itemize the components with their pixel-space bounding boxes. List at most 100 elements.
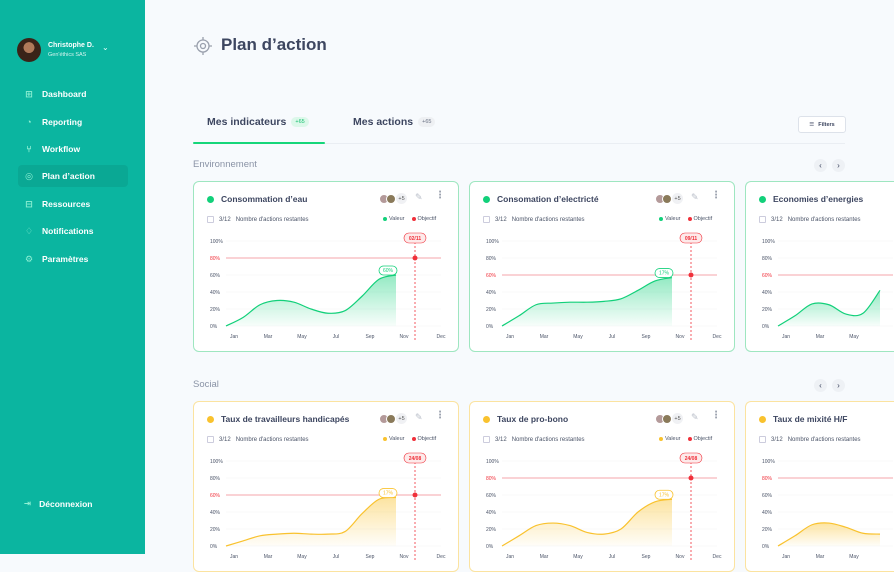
- remaining-count: 3/12: [495, 436, 507, 443]
- chart-legend: Valeur Objectif: [659, 216, 712, 222]
- objective-point[interactable]: [688, 272, 694, 278]
- x-tick-label: Sep: [366, 334, 375, 340]
- indicator-card[interactable]: 0% 20% 40% 60% 80% 100% Jan Mar May Jul Sep Nov Dec 2…: [193, 401, 459, 572]
- sidebar-item-dashboard[interactable]: ⊞ Dashboard: [18, 83, 128, 105]
- status-dot: [207, 416, 214, 423]
- sidebar-item-workflow[interactable]: ⑂ Workflow: [18, 138, 128, 160]
- x-tick-label: Jan: [230, 334, 238, 340]
- y-tick-label: 80%: [210, 476, 221, 482]
- y-tick-label: 80%: [486, 476, 497, 482]
- legend-dot: [383, 216, 387, 221]
- objective-point[interactable]: [688, 475, 694, 481]
- indicator-card[interactable]: 0% 20% 40% 60% 80% 100% Jan Mar May Taux de mixi…: [745, 401, 894, 572]
- chevron-down-icon[interactable]: ⌄: [102, 43, 109, 52]
- sidebar-item-label: Plan d’action: [42, 171, 95, 181]
- tab-badge: +65: [418, 117, 436, 127]
- more-options-icon[interactable]: ⋮: [711, 191, 721, 201]
- checkbox-icon: [207, 216, 214, 223]
- sidebar-item-label: Reporting: [42, 117, 83, 127]
- sidebar-item-param-tres[interactable]: ⚙ Paramètres: [18, 248, 128, 270]
- line-chart: 0% 20% 40% 60% 80% 100% Jan Mar May Jul Sep Nov Dec 0…: [210, 232, 446, 340]
- y-tick-label: 60%: [210, 493, 221, 499]
- value-label: 17%: [383, 491, 394, 497]
- tab-mes-indicateurs[interactable]: Mes indicateurs +65: [207, 116, 309, 128]
- folder-icon: ⊟: [25, 198, 33, 209]
- y-tick-label: 100%: [486, 239, 499, 245]
- indicator-card[interactable]: 0% 20% 40% 60% 80% 100% Jan Mar May Economies d’…: [745, 181, 894, 352]
- gear-icon: ⚙: [24, 253, 34, 264]
- edit-icon[interactable]: ✎: [691, 412, 699, 423]
- bell-icon: ♢: [24, 225, 34, 236]
- tab-mes-actions[interactable]: Mes actions +65: [353, 116, 436, 128]
- checkbox-icon: [759, 436, 766, 443]
- avatar: [386, 413, 396, 424]
- x-tick-label: Jul: [333, 554, 339, 560]
- y-tick-label: 80%: [486, 256, 497, 262]
- y-tick-label: 60%: [486, 273, 497, 279]
- line-chart: 0% 20% 40% 60% 80% 100% Jan Mar May Jul Sep Nov Dec 2…: [210, 452, 446, 560]
- x-tick-label: Nov: [400, 554, 409, 560]
- legend-dot: [383, 436, 387, 441]
- filters-button[interactable]: ☰ Filters: [798, 116, 846, 133]
- chart-legend: Valeur Objectif: [383, 436, 436, 442]
- objective-point[interactable]: [412, 492, 418, 498]
- avatar: [386, 193, 396, 204]
- logout-button[interactable]: ⇥ Déconnexion: [24, 498, 93, 509]
- sidebar-item-plan-d-action[interactable]: ◎ Plan d’action: [18, 165, 128, 187]
- objective-point[interactable]: [412, 255, 418, 261]
- x-tick-label: Dec: [437, 554, 446, 560]
- checkbox-icon: [759, 216, 766, 223]
- edit-icon[interactable]: ✎: [415, 192, 423, 203]
- indicator-card[interactable]: 0% 20% 40% 60% 80% 100% Jan Mar May Jul Sep Nov Dec 2…: [469, 401, 735, 572]
- assignees[interactable]: +5: [379, 193, 407, 204]
- sidebar-item-notifications[interactable]: ♢ Notifications: [18, 220, 128, 242]
- y-tick-label: 80%: [762, 256, 773, 262]
- indicator-card[interactable]: 0% 20% 40% 60% 80% 100% Jan Mar May Jul Sep Nov Dec 0…: [469, 181, 735, 352]
- edit-icon[interactable]: ✎: [415, 412, 423, 423]
- more-options-icon[interactable]: ⋮: [435, 411, 445, 421]
- indicator-card[interactable]: 0% 20% 40% 60% 80% 100% Jan Mar May Jul Sep Nov Dec 0…: [193, 181, 459, 352]
- assignees[interactable]: +5: [379, 413, 407, 424]
- remaining-count: 3/12: [219, 216, 231, 223]
- next-arrow-button[interactable]: ›: [832, 379, 845, 392]
- x-tick-label: Nov: [400, 334, 409, 340]
- remaining-label: Nombre d'actions restantes: [511, 216, 585, 223]
- x-tick-label: Dec: [713, 334, 722, 340]
- checkbox-icon: [207, 436, 214, 443]
- x-tick-label: Jan: [782, 334, 790, 340]
- sidebar: Christophe D. Gen'éthics SAS ⌄ ⊞ Dashboar…: [0, 0, 145, 554]
- y-tick-label: 100%: [486, 459, 499, 465]
- y-tick-label: 60%: [762, 493, 773, 499]
- prev-arrow-button[interactable]: ‹: [814, 159, 827, 172]
- avatar[interactable]: [17, 38, 41, 62]
- y-tick-label: 0%: [210, 544, 218, 550]
- sidebar-item-label: Workflow: [42, 144, 81, 154]
- remaining-count: 3/12: [495, 216, 507, 223]
- value-area: [778, 290, 880, 326]
- y-tick-label: 40%: [762, 510, 773, 516]
- more-options-icon[interactable]: ⋮: [711, 411, 721, 421]
- assignees[interactable]: +5: [655, 193, 683, 204]
- x-tick-label: May: [573, 554, 583, 560]
- more-options-icon[interactable]: ⋮: [435, 191, 445, 201]
- target-icon: ◎: [25, 170, 33, 181]
- checkbox-icon: [483, 216, 490, 223]
- y-tick-label: 40%: [762, 290, 773, 296]
- next-arrow-button[interactable]: ›: [832, 159, 845, 172]
- edit-icon[interactable]: ✎: [691, 192, 699, 203]
- legend-dot: [659, 216, 663, 221]
- x-tick-label: Jan: [506, 554, 514, 560]
- card-title: Consommation d’eau: [221, 194, 308, 204]
- sidebar-item-reporting[interactable]: ◔ Reporting: [18, 111, 128, 133]
- sidebar-item-ressources[interactable]: ⊟ Ressources: [18, 193, 128, 215]
- status-dot: [483, 196, 490, 203]
- remaining-count: 3/12: [219, 436, 231, 443]
- logout-icon: ⇥: [24, 498, 32, 508]
- active-tab-indicator: [193, 142, 325, 144]
- y-tick-label: 0%: [762, 544, 770, 550]
- x-tick-label: Jul: [333, 334, 339, 340]
- assignees[interactable]: +5: [655, 413, 683, 424]
- remaining-label: Nombre d'actions restantes: [235, 436, 309, 443]
- prev-arrow-button[interactable]: ‹: [814, 379, 827, 392]
- x-tick-label: Sep: [642, 554, 651, 560]
